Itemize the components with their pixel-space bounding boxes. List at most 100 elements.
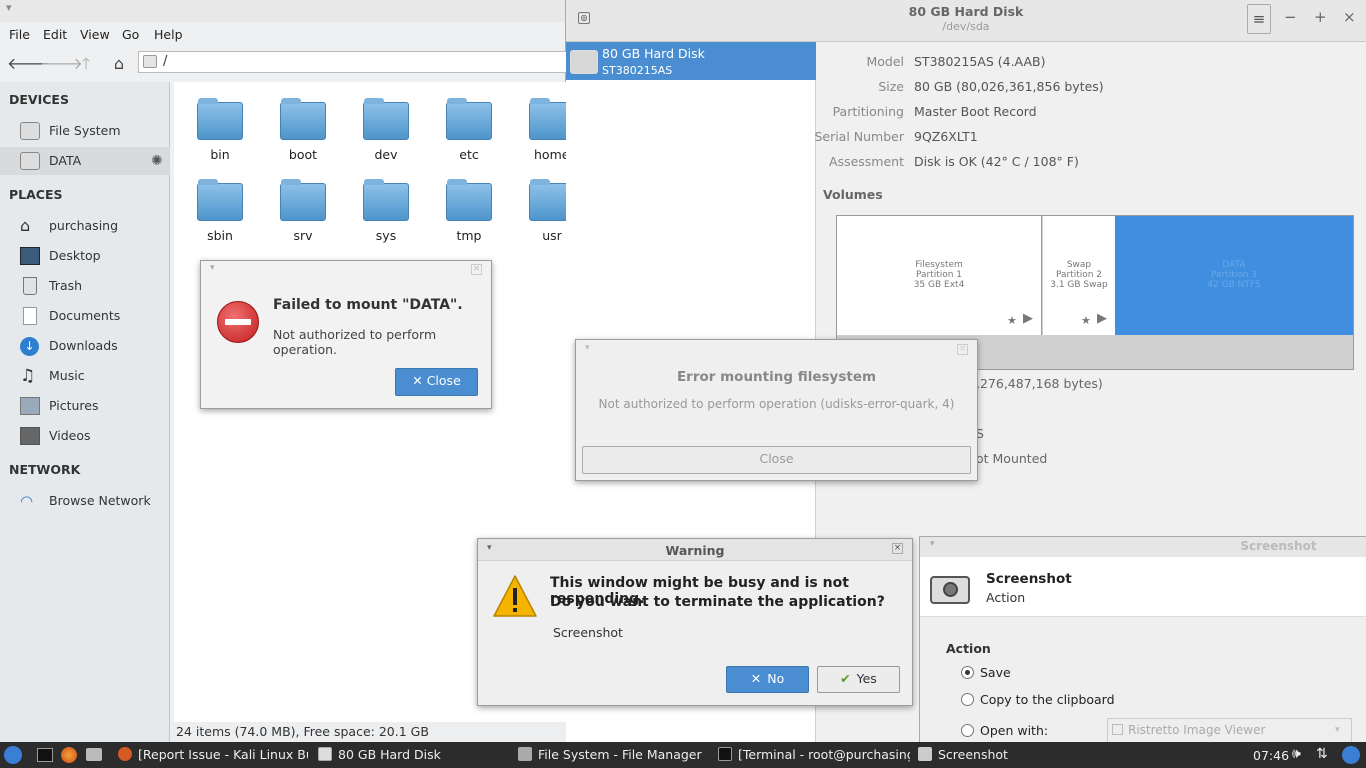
prop-value: 9QZ6XLT1	[914, 129, 978, 144]
maximize-icon[interactable]: +	[1314, 8, 1327, 26]
firefox-icon[interactable]	[61, 747, 77, 763]
dialog-title: Error mounting filesystem	[676, 369, 877, 385]
user-menu-icon[interactable]	[1342, 746, 1360, 764]
menu-icon[interactable]: ≡	[1247, 4, 1271, 34]
file-manager-titlebar[interactable]: ▾	[0, 0, 565, 22]
sidebar-item-data[interactable]: DATA ✺	[0, 147, 170, 175]
chevron-down-icon: ▾	[1335, 725, 1340, 735]
dialog-titlebar[interactable]: ▾ ×	[201, 261, 491, 281]
partition-data[interactable]: DATA Partition 3 42 GB NTFS	[1115, 216, 1353, 335]
partition-label: Partition 2	[1055, 270, 1103, 280]
save-radio[interactable]	[961, 666, 974, 679]
sidebar-item-music[interactable]: ♫ Music	[0, 362, 170, 390]
sidebar-item-videos[interactable]: Videos	[0, 422, 170, 450]
volume-icon[interactable]: 🕪	[1292, 746, 1301, 762]
prop-label: Size	[878, 79, 904, 94]
play-icon[interactable]: ▶	[1097, 312, 1107, 325]
close-icon[interactable]: ×	[892, 543, 903, 554]
yes-button[interactable]: ✔ Yes	[817, 666, 900, 693]
folder-label: tmp	[456, 228, 482, 243]
close-icon[interactable]: ×	[957, 344, 968, 355]
status-bar: 24 items (74.0 MB), Free space: 20.1 GB	[170, 722, 566, 742]
close-icon[interactable]: ×	[1343, 8, 1356, 26]
open-with-selected: Ristretto Image Viewer	[1128, 723, 1266, 737]
location-bar[interactable]: /	[138, 51, 578, 73]
chevron-down-icon[interactable]: ▾	[210, 263, 215, 273]
task-label: [Terminal - root@purchasing...	[738, 747, 910, 762]
folder-item[interactable]: dev	[354, 98, 414, 172]
drive-icon	[143, 55, 157, 68]
folder-item[interactable]: etc	[437, 98, 497, 172]
terminal-icon	[718, 747, 732, 761]
copy-clipboard-label[interactable]: Copy to the clipboard	[980, 692, 1115, 707]
copy-clipboard-radio[interactable]	[961, 693, 974, 706]
chevron-down-icon[interactable]: ▾	[585, 343, 590, 353]
partition-swap[interactable]: Swap Partition 2 3.1 GB Swap ★ ▶	[1043, 216, 1115, 335]
taskbar: [Report Issue - Kali Linux Bu... 80 GB H…	[0, 742, 1366, 768]
menu-view[interactable]: View	[80, 27, 110, 42]
sidebar-item-purchasing[interactable]: ⌂ purchasing	[0, 212, 170, 240]
clock[interactable]: 07:46	[1253, 748, 1289, 763]
dialog-message: Not authorized to perform operation.	[273, 327, 437, 357]
forward-icon[interactable]: 🡒	[40, 53, 83, 75]
dialog-titlebar[interactable]: ▾ Warning ×	[478, 539, 912, 561]
no-button[interactable]: ✕ No	[726, 666, 809, 693]
task-disks[interactable]: 80 GB Hard Disk	[318, 742, 508, 768]
sidebar-item-desktop[interactable]: Desktop	[0, 242, 170, 270]
save-option-label[interactable]: Save	[980, 665, 1011, 680]
open-with-label[interactable]: Open with:	[980, 723, 1048, 738]
close-button[interactable]: ✕ Close	[395, 368, 478, 396]
back-icon[interactable]: 🡐	[7, 53, 50, 75]
star-icon: ★	[1081, 314, 1091, 327]
network-icon[interactable]: ⇅	[1316, 746, 1328, 762]
sidebar-item-file-system[interactable]: File System	[0, 117, 170, 145]
close-button[interactable]: Close	[582, 446, 971, 474]
menu-edit[interactable]: Edit	[43, 27, 67, 42]
files-icon[interactable]	[86, 748, 102, 761]
prop-label: Serial Number	[814, 129, 904, 144]
folder-item[interactable]: bin	[188, 98, 248, 172]
folder-item[interactable]: boot	[271, 98, 331, 172]
sidebar-item-browse-network[interactable]: ◠ Browse Network	[0, 487, 170, 515]
task-screenshot[interactable]: Screenshot	[918, 742, 1108, 768]
up-icon[interactable]: 🡑	[75, 53, 97, 75]
sidebar-item-downloads[interactable]: ↓ Downloads	[0, 332, 170, 360]
sidebar-item-trash[interactable]: Trash	[0, 272, 170, 300]
no-button-label: No	[767, 671, 785, 686]
task-report-issue[interactable]: [Report Issue - Kali Linux Bu...	[118, 742, 308, 768]
folder-icon	[280, 179, 326, 221]
sidebar-item-documents[interactable]: Documents	[0, 302, 170, 330]
sidebar-item-label: Browse Network	[49, 493, 151, 508]
folder-item[interactable]: tmp	[437, 179, 497, 253]
folder-item[interactable]: sys	[354, 179, 414, 253]
disks-headerbar[interactable]: ◎ 80 GB Hard Disk /dev/sda ≡ − + ×	[566, 0, 1366, 42]
task-terminal[interactable]: [Terminal - root@purchasing...	[718, 742, 910, 768]
open-with-select[interactable]: Ristretto Image Viewer ▾	[1107, 718, 1352, 743]
menu-go[interactable]: Go	[122, 27, 139, 42]
folder-label: bin	[210, 147, 230, 162]
home-icon[interactable]: ⌂	[108, 53, 130, 75]
open-with-radio[interactable]	[961, 724, 974, 737]
partition-filesystem[interactable]: Filesystem Partition 1 35 GB Ext4 ★ ▶	[837, 216, 1042, 335]
task-label: [Report Issue - Kali Linux Bu...	[138, 747, 308, 762]
close-button-label: Close	[426, 373, 461, 388]
whisker-menu-icon[interactable]	[4, 746, 22, 764]
firefox-icon	[118, 747, 132, 761]
task-file-manager[interactable]: File System - File Manager	[518, 742, 708, 768]
close-icon[interactable]: ×	[471, 264, 482, 275]
warning-window-title: Warning	[665, 543, 725, 558]
disks-title: 80 GB Hard Disk	[908, 4, 1024, 19]
mount-status-value: ot Mounted	[976, 451, 1048, 466]
terminal-icon[interactable]	[37, 748, 53, 762]
menu-file[interactable]: File	[9, 27, 30, 42]
sidebar-item-pictures[interactable]: Pictures	[0, 392, 170, 420]
minimize-icon[interactable]: −	[1284, 8, 1297, 26]
folder-item[interactable]: srv	[271, 179, 331, 253]
screenshot-titlebar[interactable]: ▾ Screenshot	[920, 537, 1366, 557]
play-icon[interactable]: ▶	[1023, 312, 1033, 325]
folder-label: etc	[459, 147, 479, 162]
menu-help[interactable]: Help	[154, 27, 183, 42]
action-section-label: Action	[946, 641, 991, 656]
folder-item[interactable]: sbin	[188, 179, 248, 253]
checkmark-icon: ✔	[840, 671, 851, 686]
